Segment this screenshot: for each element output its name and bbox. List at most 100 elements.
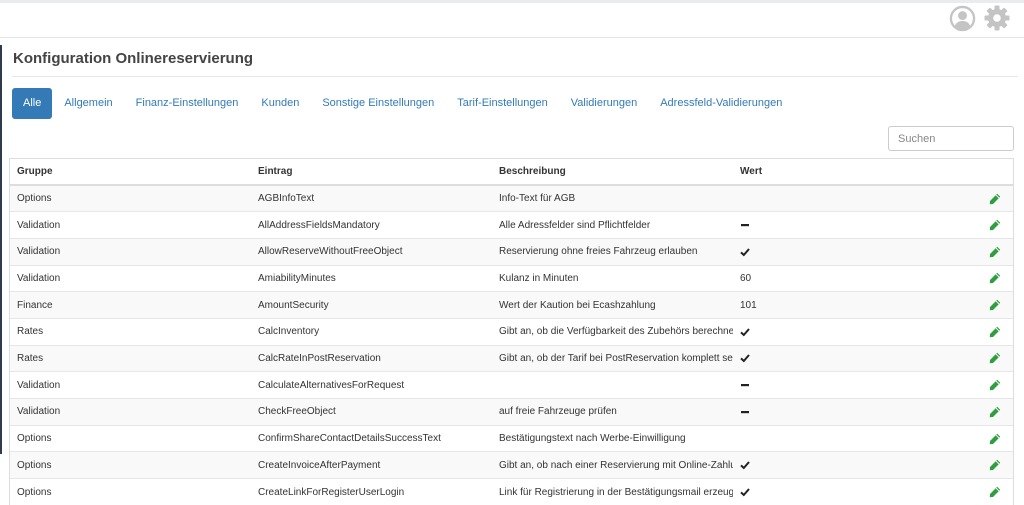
edit-button[interactable]	[989, 379, 1001, 391]
edit-button[interactable]	[989, 433, 1001, 444]
cell-gruppe: Options	[10, 478, 251, 505]
tab-bar: Alle Allgemein Finanz-Einstellungen Kunden S…	[12, 88, 794, 119]
tab-sonstige-einstellungen[interactable]: Sonstige Einstellungen	[311, 88, 445, 119]
cell-gruppe: Validation	[10, 264, 251, 292]
cell-eintrag: AGBInfoText	[251, 184, 492, 212]
cell-beschreibung	[492, 371, 733, 399]
cell-eintrag: CalculateAlternativesForRequest	[251, 371, 492, 399]
table-row[interactable]: Options AGBInfoText Info-Text für AGB	[10, 184, 1013, 212]
edit-button[interactable]	[989, 353, 1001, 364]
search-input[interactable]	[888, 126, 1014, 151]
page-title: Konfiguration Onlinereservierung	[13, 50, 254, 67]
cell-gruppe: Validation	[10, 211, 251, 239]
column-header-actions	[963, 159, 1013, 186]
cell-gruppe: Validation	[10, 371, 251, 399]
check-icon	[740, 461, 750, 470]
column-header-beschreibung[interactable]: Beschreibung	[492, 159, 733, 186]
cell-edit	[963, 478, 1013, 505]
cell-edit	[963, 451, 1013, 479]
cell-gruppe: Validation	[10, 237, 251, 266]
pencil-icon[interactable]	[989, 326, 1001, 338]
table-row[interactable]: Options ConfirmShareContactDetailsSuccess…	[10, 424, 1013, 452]
cell-wert	[733, 317, 963, 346]
check-icon	[740, 327, 750, 337]
column-header-eintrag[interactable]: Eintrag	[251, 159, 492, 186]
edit-button[interactable]	[989, 219, 1001, 231]
cell-wert	[733, 478, 963, 505]
cell-wert-text: 101	[740, 299, 757, 311]
cell-gruppe: Options	[10, 184, 251, 212]
edit-button[interactable]	[989, 246, 1001, 257]
tab-tarif-einstellungen[interactable]: Tarif-Einstellungen	[446, 88, 559, 119]
column-header-wert[interactable]: Wert	[733, 159, 963, 186]
pencil-icon[interactable]	[989, 299, 1001, 311]
table-row[interactable]: Validation CheckFreeObject auf freie Fahrz…	[10, 398, 1013, 426]
cell-beschreibung: Alle Adressfelder sind Pflichtfelder	[492, 211, 733, 239]
tab-adressfeld-validierungen[interactable]: Adressfeld-Validierungen	[649, 88, 793, 119]
cell-beschreibung: Bestätigungstext nach Werbe-Einwilligung	[492, 424, 733, 452]
pencil-icon[interactable]	[989, 272, 1001, 284]
edit-button[interactable]	[989, 273, 1001, 284]
edit-button[interactable]	[989, 460, 1001, 471]
edit-button[interactable]	[989, 486, 1001, 498]
top-bar	[0, 0, 1024, 38]
sidebar-edge	[0, 45, 2, 454]
cell-gruppe: Finance	[10, 291, 251, 319]
pencil-icon[interactable]	[989, 406, 1001, 418]
table-row[interactable]: Validation CalculateAlternativesForReques…	[10, 371, 1013, 399]
main-content: Konfiguration Onlinereservierung Alle All…	[7, 38, 1021, 505]
pencil-icon[interactable]	[989, 459, 1001, 471]
table-row[interactable]: Rates CalcInventory Gibt an, ob die Verfüg…	[10, 317, 1013, 346]
minus-icon	[741, 223, 749, 227]
cell-edit	[963, 237, 1013, 266]
cell-edit	[963, 211, 1013, 239]
table-row[interactable]: Options CreateInvoiceAfterPayment Gibt an,…	[10, 451, 1013, 479]
cell-edit	[963, 264, 1013, 292]
table-row[interactable]: Rates CalcRateInPostReservation Gibt an, o…	[10, 344, 1013, 372]
tab-alle[interactable]: Alle	[12, 88, 53, 119]
cell-wert: 60	[733, 264, 963, 292]
table-row[interactable]: Finance AmountSecurity Wert der Kaution be…	[10, 291, 1013, 319]
pencil-icon[interactable]	[989, 352, 1001, 364]
cell-eintrag: CreateInvoiceAfterPayment	[251, 451, 492, 479]
gear-icon[interactable]	[983, 4, 1011, 32]
cell-wert	[733, 371, 963, 399]
minus-icon	[741, 384, 749, 387]
user-circle-icon[interactable]	[949, 5, 976, 32]
edit-button[interactable]	[989, 406, 1001, 418]
table-row[interactable]: Options CreateLinkForRegisterUserLogin Lin…	[10, 478, 1013, 505]
pencil-icon[interactable]	[989, 193, 1001, 205]
cell-beschreibung: Gibt an, ob die Verfügbarkeit des Zubehö…	[492, 317, 733, 346]
cell-beschreibung: Gibt an, ob nach einer Reservierung mit …	[492, 451, 733, 479]
cell-beschreibung: Reservierung ohne freies Fahrzeug erlaub…	[492, 237, 733, 266]
pencil-icon[interactable]	[989, 379, 1001, 391]
pencil-icon[interactable]	[989, 246, 1001, 258]
table-body: Options AGBInfoText Info-Text für AGB Valid…	[10, 184, 1013, 505]
check-icon	[740, 354, 750, 363]
cell-wert	[733, 344, 963, 372]
cell-wert: 101	[733, 291, 963, 319]
pencil-icon[interactable]	[989, 433, 1001, 445]
pencil-icon[interactable]	[989, 486, 1001, 498]
tab-allgemein[interactable]: Allgemein	[53, 88, 123, 119]
title-divider	[12, 76, 1018, 77]
cell-eintrag: AllAddressFieldsMandatory	[251, 211, 492, 239]
table-row[interactable]: Validation AmiabilityMinutes Kulanz in Min…	[10, 264, 1013, 292]
edit-button[interactable]	[989, 299, 1001, 311]
column-header-gruppe[interactable]: Gruppe	[10, 159, 251, 186]
tab-kunden[interactable]: Kunden	[250, 88, 310, 119]
cell-eintrag: AmountSecurity	[251, 291, 492, 319]
table-row[interactable]: Validation AllAddressFieldsMandatory Alle …	[10, 211, 1013, 239]
edit-button[interactable]	[989, 326, 1001, 337]
cell-wert	[733, 237, 963, 266]
cell-beschreibung: Gibt an, ob der Tarif bei PostReservatio…	[492, 344, 733, 372]
tab-validierungen[interactable]: Validierungen	[560, 88, 648, 119]
cell-beschreibung: Link für Registrierung in der Bestätigun…	[492, 478, 733, 505]
cell-beschreibung: Wert der Kaution bei Ecashzahlung	[492, 291, 733, 319]
cell-gruppe: Options	[10, 451, 251, 479]
check-icon	[740, 247, 750, 257]
pencil-icon[interactable]	[989, 219, 1001, 231]
edit-button[interactable]	[989, 193, 1001, 204]
tab-finanz-einstellungen[interactable]: Finanz-Einstellungen	[125, 88, 250, 119]
table-row[interactable]: Validation AllowReserveWithoutFreeObject R…	[10, 237, 1013, 266]
